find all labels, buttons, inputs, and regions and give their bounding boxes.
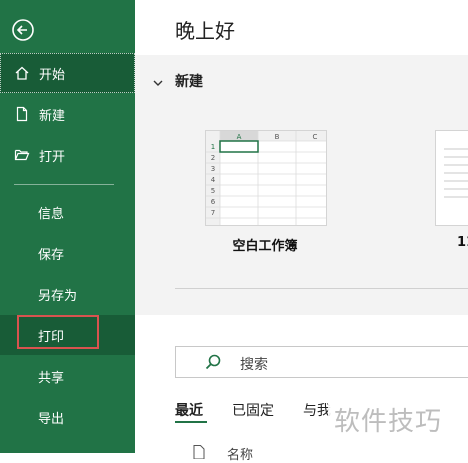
column-header-name[interactable]: 名称 — [227, 444, 253, 463]
greeting-title: 晚上好 — [175, 19, 235, 43]
chevron-down-icon[interactable] — [153, 73, 163, 92]
search-box[interactable]: 搜索 — [175, 346, 468, 378]
row-header: 1 — [211, 143, 215, 151]
column-header: C — [313, 133, 318, 141]
sidebar-item-export[interactable]: 导出 — [0, 397, 135, 437]
sidebar-item-label: 另存为 — [38, 288, 78, 304]
sidebar-item-label: 开始 — [39, 67, 66, 83]
row-header: 4 — [211, 176, 216, 184]
new-section: 新建 A B C 1 2 3 4 5 6 7 空白工作簿 1 — [135, 55, 468, 315]
sidebar-divider — [14, 184, 114, 185]
sidebar-item-label: 打开 — [39, 149, 66, 165]
sidebar-item-label: 共享 — [38, 370, 65, 386]
new-section-title: 新建 — [175, 74, 203, 90]
back-arrow-icon[interactable] — [11, 18, 35, 42]
sidebar-item-new[interactable]: 新建 — [0, 94, 135, 134]
template-label: 11 — [457, 235, 468, 250]
search-input[interactable]: 搜索 — [240, 354, 268, 374]
column-header: B — [275, 133, 280, 141]
row-header: 2 — [211, 154, 215, 162]
sidebar-item-label: 导出 — [38, 411, 65, 427]
blank-workbook-grid-icon: A B C 1 2 3 4 5 6 7 — [206, 131, 326, 225]
sidebar-item-share[interactable]: 共享 — [0, 356, 135, 396]
template-preview-icon — [444, 148, 468, 198]
folder-open-icon — [13, 146, 31, 164]
active-tab-indicator — [175, 421, 207, 423]
row-header: 5 — [211, 187, 215, 195]
file-icon — [193, 444, 205, 463]
search-icon — [204, 353, 222, 375]
section-divider — [175, 288, 468, 289]
column-header: A — [237, 133, 242, 141]
sidebar-item-label: 新建 — [39, 108, 66, 124]
sidebar-item-info[interactable]: 信息 — [0, 192, 135, 232]
sidebar-item-home[interactable]: 开始 — [0, 53, 135, 93]
row-header: 6 — [211, 198, 216, 206]
watermark-text: 软件技巧 — [334, 407, 443, 437]
sidebar-item-save[interactable]: 保存 — [0, 233, 135, 273]
row-header: 7 — [211, 209, 215, 217]
home-icon — [13, 64, 31, 82]
sidebar-item-label: 信息 — [38, 206, 65, 222]
new-document-icon — [13, 105, 31, 123]
blank-workbook-template[interactable]: A B C 1 2 3 4 5 6 7 — [205, 130, 327, 226]
tab-recent[interactable]: 最近 — [175, 400, 203, 420]
print-highlight-box — [17, 315, 99, 349]
tab-shared-with-me[interactable]: 与我 — [303, 400, 331, 420]
sidebar-item-save-as[interactable]: 另存为 — [0, 274, 135, 314]
template-thumbnail[interactable] — [435, 130, 468, 226]
backstage-sidebar: 开始 新建 打开 信息 保存 另存为 打印 共享 导出 — [0, 0, 135, 453]
row-header: 3 — [211, 165, 215, 173]
template-label: 空白工作簿 — [232, 239, 298, 254]
tab-pinned[interactable]: 已固定 — [232, 400, 274, 420]
watermark: 软件技巧 — [328, 383, 468, 453]
sidebar-item-open[interactable]: 打开 — [0, 135, 135, 175]
sidebar-item-label: 保存 — [38, 247, 65, 263]
